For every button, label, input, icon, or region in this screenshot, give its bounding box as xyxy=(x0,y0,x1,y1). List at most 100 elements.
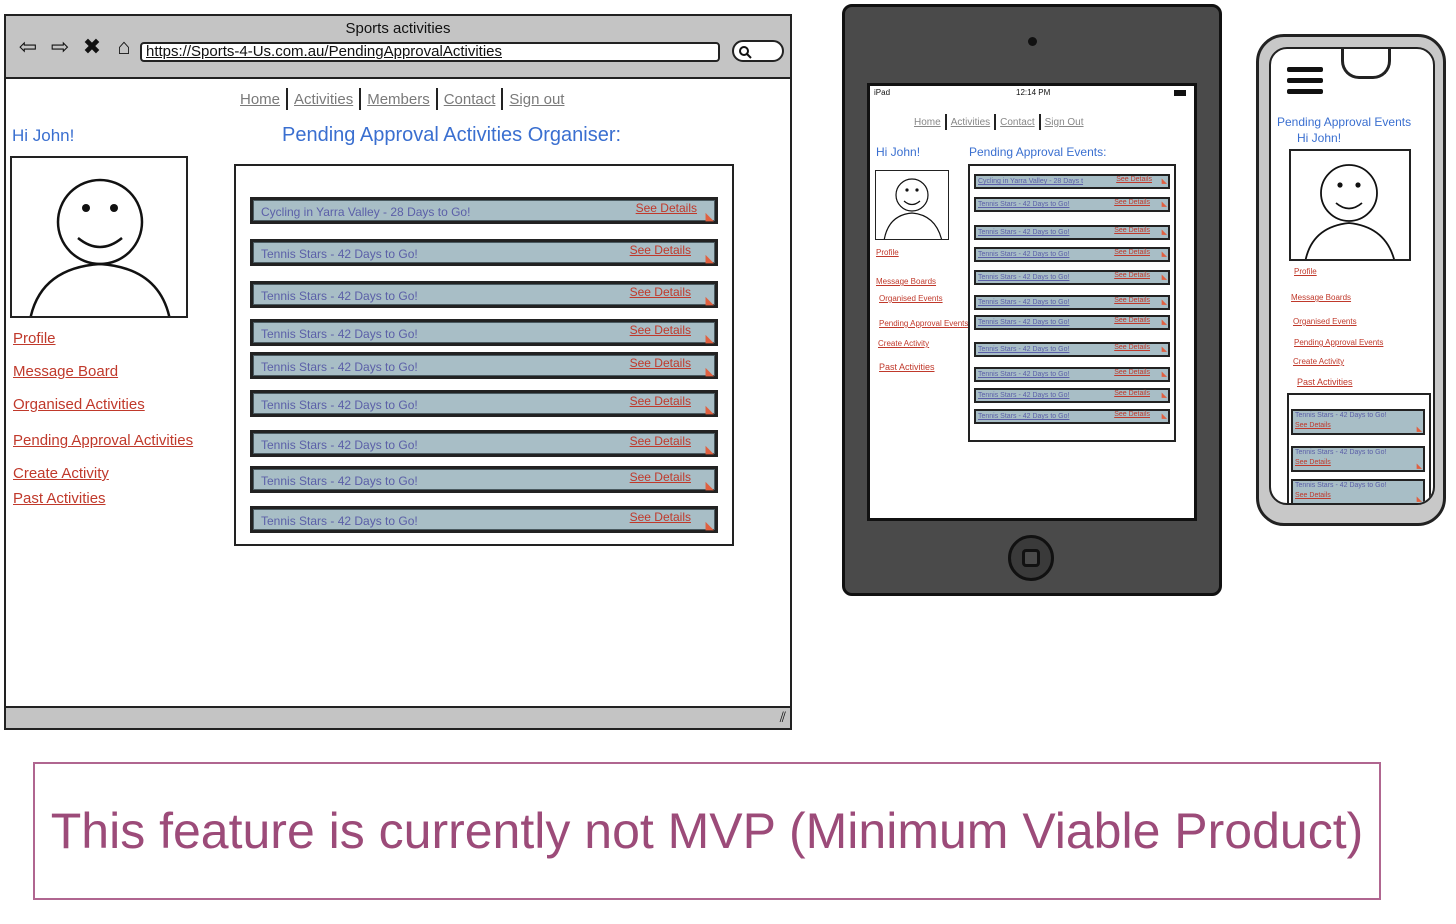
sidebar-item-profile[interactable]: Profile xyxy=(1294,267,1317,276)
sidebar-item-profile[interactable]: Profile xyxy=(13,330,56,347)
resize-grip-icon[interactable]: ⫽ xyxy=(780,709,786,726)
see-details-link[interactable]: See Details xyxy=(1295,492,1331,499)
see-details-link[interactable]: See Details xyxy=(1114,199,1150,206)
see-details-link[interactable]: See Details xyxy=(630,356,691,370)
mvp-note-text: This feature is currently not MVP (Minim… xyxy=(50,803,1364,859)
back-icon[interactable]: ⇦ xyxy=(16,34,40,60)
sidebar-item-create-activity[interactable]: Create Activity xyxy=(878,339,929,348)
home-button-icon xyxy=(1022,549,1040,567)
hamburger-menu-icon[interactable] xyxy=(1287,67,1323,100)
event-row[interactable]: Tennis Stars - 42 Days to Go! See Details… xyxy=(1291,446,1425,472)
event-row[interactable]: Tennis Stars - 42 Days to Go! See Details… xyxy=(974,270,1170,285)
event-row[interactable]: Tennis Stars - 42 Days to Go! See Details… xyxy=(974,409,1170,424)
nav-activities[interactable]: Activities xyxy=(288,91,359,108)
sidebar-item-create-activity[interactable]: Create Activity xyxy=(13,465,109,482)
nav-home[interactable]: Home xyxy=(234,91,286,108)
activity-title: Tennis Stars - 42 Days to Go! xyxy=(261,360,418,374)
see-details-link[interactable]: See Details xyxy=(1114,317,1150,324)
cursor-marker-icon: ◣ xyxy=(1161,201,1167,208)
see-details-link[interactable]: See Details xyxy=(1114,249,1150,256)
sidebar-item-pending-approval-events[interactable]: Pending Approval Events xyxy=(879,319,968,328)
sidebar-item-organised-events[interactable]: Organised Events xyxy=(1293,317,1357,326)
event-row[interactable]: Tennis Stars - 42 Days to Go! See Details… xyxy=(974,197,1170,212)
event-row[interactable]: Cycling in Yarra Valley - 28 Days t See D… xyxy=(974,174,1170,189)
nav-activities[interactable]: Activities xyxy=(947,117,994,128)
sidebar-item-message-boards[interactable]: Message Boards xyxy=(876,277,936,286)
cursor-marker-icon: ◣ xyxy=(1161,274,1167,281)
close-icon[interactable]: ✖ xyxy=(80,34,104,60)
user-avatar-icon xyxy=(883,178,943,239)
activity-row[interactable]: Tennis Stars - 42 Days to Go! See Details… xyxy=(250,430,718,457)
see-details-link[interactable]: See Details xyxy=(636,201,697,215)
see-details-link[interactable]: See Details xyxy=(1114,411,1150,418)
nav-sign-out[interactable]: Sign out xyxy=(503,91,570,108)
see-details-link[interactable]: See Details xyxy=(1114,369,1150,376)
activity-row[interactable]: Cycling in Yarra Valley - 28 Days to Go!… xyxy=(250,197,718,224)
event-row[interactable]: Tennis Stars - 42 Days to Go! See Details… xyxy=(1291,479,1425,503)
sidebar-item-organised-events[interactable]: Organised Events xyxy=(879,294,943,303)
activity-title: Tennis Stars - 42 Days to Go! xyxy=(261,327,418,341)
search-button[interactable] xyxy=(732,40,784,62)
nav-home[interactable]: Home xyxy=(910,117,945,128)
event-row[interactable]: Tennis Stars - 42 Days to Go! See Details… xyxy=(974,225,1170,240)
event-row[interactable]: Tennis Stars - 42 Days to Go! See Details… xyxy=(1291,409,1425,435)
see-details-link[interactable]: See Details xyxy=(630,285,691,299)
event-row[interactable]: Tennis Stars - 42 Days to Go! See Details… xyxy=(974,315,1170,330)
sidebar-item-message-boards[interactable]: Message Boards xyxy=(1291,293,1351,302)
camera-icon xyxy=(1028,37,1037,46)
cursor-marker-icon: ◣ xyxy=(705,444,714,456)
sidebar-item-past-activities[interactable]: Past Activities xyxy=(879,362,935,372)
event-row[interactable]: Tennis Stars - 42 Days to Go! See Details… xyxy=(974,388,1170,403)
activity-row[interactable]: Tennis Stars - 42 Days to Go! See Details… xyxy=(250,239,718,266)
page-title: Pending Approval Events: xyxy=(969,145,1107,159)
activity-title: Tennis Stars - 42 Days to Go! xyxy=(261,474,418,488)
sidebar-item-profile[interactable]: Profile xyxy=(876,248,899,257)
see-details-link[interactable]: See Details xyxy=(1114,344,1150,351)
see-details-link[interactable]: See Details xyxy=(630,434,691,448)
see-details-link[interactable]: See Details xyxy=(630,510,691,524)
sidebar-item-message-board[interactable]: Message Board xyxy=(13,363,118,380)
nav-members[interactable]: Members xyxy=(361,91,436,108)
sidebar-item-organised-activities[interactable]: Organised Activities xyxy=(13,396,145,413)
nav-sign-out[interactable]: Sign Out xyxy=(1041,117,1088,128)
home-icon[interactable]: ⌂ xyxy=(112,34,136,60)
activity-row[interactable]: Tennis Stars - 42 Days to Go! See Details… xyxy=(250,390,718,417)
event-row[interactable]: Tennis Stars - 42 Days to Go! See Details… xyxy=(974,247,1170,262)
see-details-link[interactable]: See Details xyxy=(1116,176,1152,183)
status-time: 12:14 PM xyxy=(1016,88,1051,97)
home-button[interactable] xyxy=(1008,535,1054,581)
cursor-marker-icon: ◣ xyxy=(1161,346,1167,353)
see-details-link[interactable]: See Details xyxy=(1295,422,1331,429)
event-row[interactable]: Tennis Stars - 42 Days to Go! See Details… xyxy=(974,342,1170,357)
event-title: Tennis Stars - 42 Days to Go! xyxy=(1295,482,1387,489)
activity-row[interactable]: Tennis Stars - 42 Days to Go! See Details… xyxy=(250,352,718,379)
activity-row[interactable]: Tennis Stars - 42 Days to Go! See Details… xyxy=(250,281,718,308)
activity-row[interactable]: Tennis Stars - 42 Days to Go! See Details… xyxy=(250,466,718,493)
event-row[interactable]: Tennis Stars - 42 Days to Go! See Details… xyxy=(974,367,1170,382)
sidebar-item-past-activities[interactable]: Past Activities xyxy=(13,490,106,507)
see-details-link[interactable]: See Details xyxy=(630,470,691,484)
see-details-link[interactable]: See Details xyxy=(1295,459,1331,466)
see-details-link[interactable]: See Details xyxy=(630,243,691,257)
see-details-link[interactable]: See Details xyxy=(1114,272,1150,279)
event-row[interactable]: Tennis Stars - 42 Days to Go! See Details… xyxy=(974,295,1170,310)
sidebar-item-past-activities[interactable]: Past Activities xyxy=(1297,377,1353,387)
sidebar-item-pending-approval-activities[interactable]: Pending Approval Activities xyxy=(13,432,193,449)
see-details-link[interactable]: See Details xyxy=(630,394,691,408)
cursor-marker-icon: ◣ xyxy=(705,520,714,532)
sidebar-item-create-activity[interactable]: Create Activity xyxy=(1293,357,1344,366)
cursor-marker-icon: ◣ xyxy=(1161,319,1167,326)
activity-row[interactable]: Tennis Stars - 42 Days to Go! See Details… xyxy=(250,506,718,533)
forward-icon[interactable]: ⇨ xyxy=(48,34,72,60)
activity-row[interactable]: Tennis Stars - 42 Days to Go! See Details… xyxy=(250,319,718,346)
address-bar[interactable]: https://Sports-4-Us.com.au/PendingApprov… xyxy=(140,42,720,62)
see-details-link[interactable]: See Details xyxy=(1114,297,1150,304)
sidebar-item-pending-approval-events[interactable]: Pending Approval Events xyxy=(1294,338,1383,347)
see-details-link[interactable]: See Details xyxy=(630,323,691,337)
see-details-link[interactable]: See Details xyxy=(1114,227,1150,234)
nav-contact[interactable]: Contact xyxy=(996,117,1038,128)
nav-contact[interactable]: Contact xyxy=(438,91,502,108)
event-title: Tennis Stars - 42 Days to Go! xyxy=(1295,412,1387,419)
phone-mockup: Pending Approval Events Hi John! Profile… xyxy=(1256,34,1446,526)
see-details-link[interactable]: See Details xyxy=(1114,390,1150,397)
